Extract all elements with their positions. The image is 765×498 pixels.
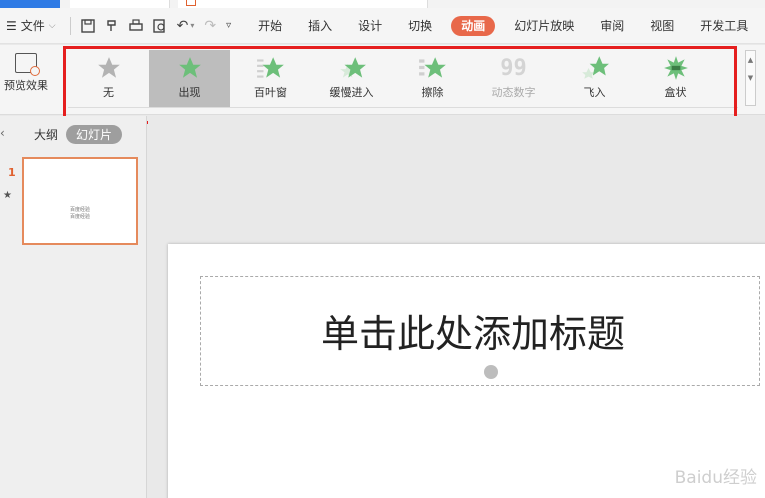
title-placeholder-box[interactable]: 单击此处添加标题 [200,276,760,386]
document-tab-strip [0,0,765,8]
thumbnail-line: 百度经验 [69,207,90,213]
redo-icon[interactable]: ↷ [204,18,216,34]
chevron-up-icon[interactable]: ▲ [746,51,755,69]
slide-number: 1 [8,166,16,179]
rotate-handle[interactable] [484,365,498,379]
menu-bar: ☰ 文件 ⌵ ↶ ▾ ↷ ▿ 开始 插入 设计 切换 动画 幻灯片放映 审阅 视… [0,8,765,44]
preview-effect-button[interactable]: 预览效果 [0,53,52,93]
slide-navigation-pane: ‹ 大纲 幻灯片 1 ★ 百度经验 百度经验 [0,116,147,498]
ppt-icon [186,0,196,6]
customize-qa-icon[interactable]: ▿ [226,20,231,31]
ppt-document-tab[interactable] [178,0,428,8]
print-icon[interactable] [128,18,143,33]
tab-home[interactable]: 开始 [245,16,295,36]
undo-icon[interactable]: ↶ [177,18,189,34]
watermark: Baidu经验 [674,468,757,488]
template-tab[interactable] [70,0,170,8]
highlight-box [63,46,737,124]
collapse-pane-icon[interactable]: ‹ [0,126,5,140]
preview-effect-label: 预览效果 [4,79,48,92]
ribbon-tabs: 开始 插入 设计 切换 动画 幻灯片放映 审阅 视图 开发工具 [245,15,761,36]
tab-outline[interactable]: 大纲 [34,126,58,143]
print-preview-icon[interactable] [152,18,167,33]
tab-slides[interactable]: 幻灯片 [66,124,123,144]
thumbnail-text: 百度经验 百度经验 [24,207,136,221]
tab-developer[interactable]: 开发工具 [687,16,761,36]
divider [69,16,71,35]
preview-icon [15,53,40,76]
chevron-down-icon: ⌵ [48,20,56,31]
hamburger-icon: ☰ [6,18,17,33]
chevron-down-icon[interactable]: ▼ [746,69,755,87]
pane-tabs: ‹ 大纲 幻灯片 [0,116,146,152]
title-placeholder[interactable]: 单击此处添加标题 [201,303,745,358]
slide-thumbnail[interactable]: 百度经验 百度经验 [22,157,138,245]
file-menu[interactable]: ☰ 文件 ⌵ [6,17,56,34]
animation-star-icon: ★ [3,190,12,201]
file-menu-label: 文件 [20,19,45,33]
tab-design[interactable]: 设计 [345,16,395,36]
format-painter-icon[interactable] [105,19,119,33]
slide-editor: 单击此处添加标题 Baidu经验 [148,116,765,498]
tab-transitions[interactable]: 切换 [395,16,445,36]
tab-slideshow[interactable]: 幻灯片放映 [501,16,587,36]
thumbnail-line: 百度经验 [69,214,90,220]
tab-view[interactable]: 视图 [637,16,687,36]
tab-insert[interactable]: 插入 [295,16,345,36]
quick-access-toolbar: ↶ ▾ ↷ ▿ [69,16,231,35]
save-icon[interactable] [80,18,95,33]
tab-animations[interactable]: 动画 [451,15,496,36]
tab-review[interactable]: 审阅 [587,16,637,36]
gallery-scrollbar[interactable]: ▲ ▼ [745,50,756,106]
home-tab[interactable] [0,0,60,8]
undo-dropdown-icon[interactable]: ▾ [190,21,194,30]
